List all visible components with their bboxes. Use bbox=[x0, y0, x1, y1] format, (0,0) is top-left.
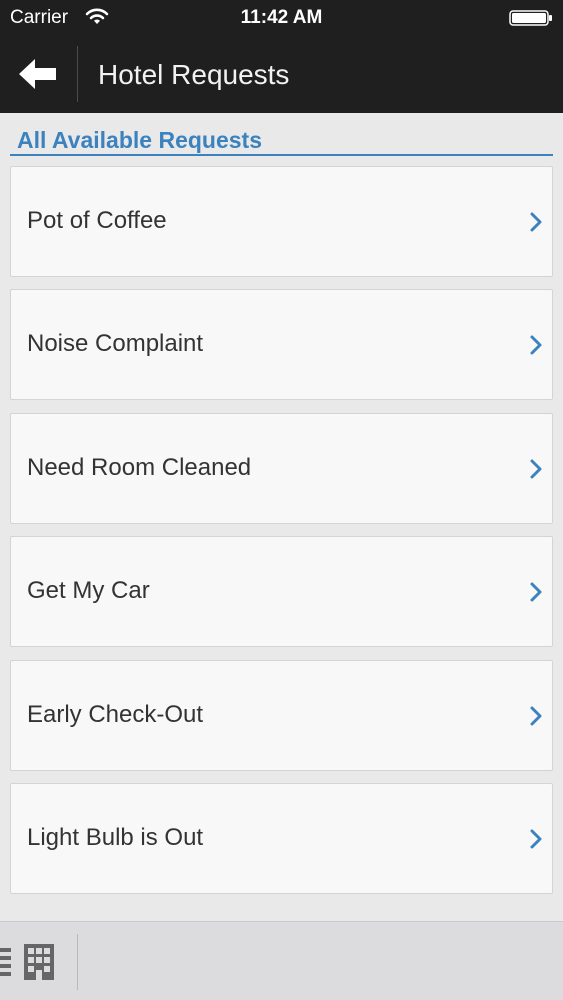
list-icon[interactable] bbox=[0, 946, 12, 978]
list-item-light-bulb-is-out[interactable]: Light Bulb is Out bbox=[10, 782, 553, 894]
building-icon[interactable] bbox=[22, 942, 56, 982]
back-arrow-icon bbox=[19, 59, 56, 89]
app-screen: Carrier 11:42 AM Hotel Requests All Avai… bbox=[0, 0, 563, 1000]
list-item-label: Pot of Coffee bbox=[27, 207, 167, 234]
list-item-label: Need Room Cleaned bbox=[27, 453, 252, 481]
section-divider bbox=[10, 154, 553, 156]
list-item-noise-complaint[interactable]: Noise Complaint bbox=[10, 289, 553, 401]
chevron-right-icon bbox=[530, 459, 542, 479]
battery-icon bbox=[509, 10, 552, 26]
chevron-right-icon bbox=[530, 706, 542, 726]
chevron-right-icon bbox=[530, 335, 542, 355]
navigation-bar: Hotel Requests bbox=[0, 36, 563, 113]
chevron-right-icon bbox=[530, 212, 542, 232]
list-item-need-room-cleaned[interactable]: Need Room Cleaned bbox=[10, 412, 553, 524]
page-title: Hotel Requests bbox=[98, 59, 290, 90]
list-item-label: Early Check-Out bbox=[27, 700, 204, 728]
bottom-toolbar bbox=[0, 921, 563, 1000]
status-bar: Carrier 11:42 AM bbox=[0, 0, 563, 36]
list-item-early-check-out[interactable]: Early Check-Out bbox=[10, 659, 553, 771]
list-item-label: Light Bulb is Out bbox=[27, 823, 204, 851]
toolbar-divider bbox=[77, 934, 78, 990]
section-heading: All Available Requests bbox=[17, 127, 262, 153]
list-item-pot-of-coffee[interactable]: Pot of Coffee bbox=[10, 166, 553, 277]
chevron-right-icon bbox=[530, 582, 542, 602]
chevron-right-icon bbox=[530, 829, 542, 849]
clock: 11:42 AM bbox=[240, 7, 323, 28]
list-item-label: Noise Complaint bbox=[27, 330, 204, 358]
nav-divider bbox=[77, 46, 78, 102]
list-item-label: Get My Car bbox=[27, 577, 150, 605]
list-item-get-my-car[interactable]: Get My Car bbox=[10, 536, 553, 648]
back-button[interactable] bbox=[8, 48, 68, 100]
request-list: Pot of Coffee Noise Complaint Need Room … bbox=[10, 166, 553, 906]
